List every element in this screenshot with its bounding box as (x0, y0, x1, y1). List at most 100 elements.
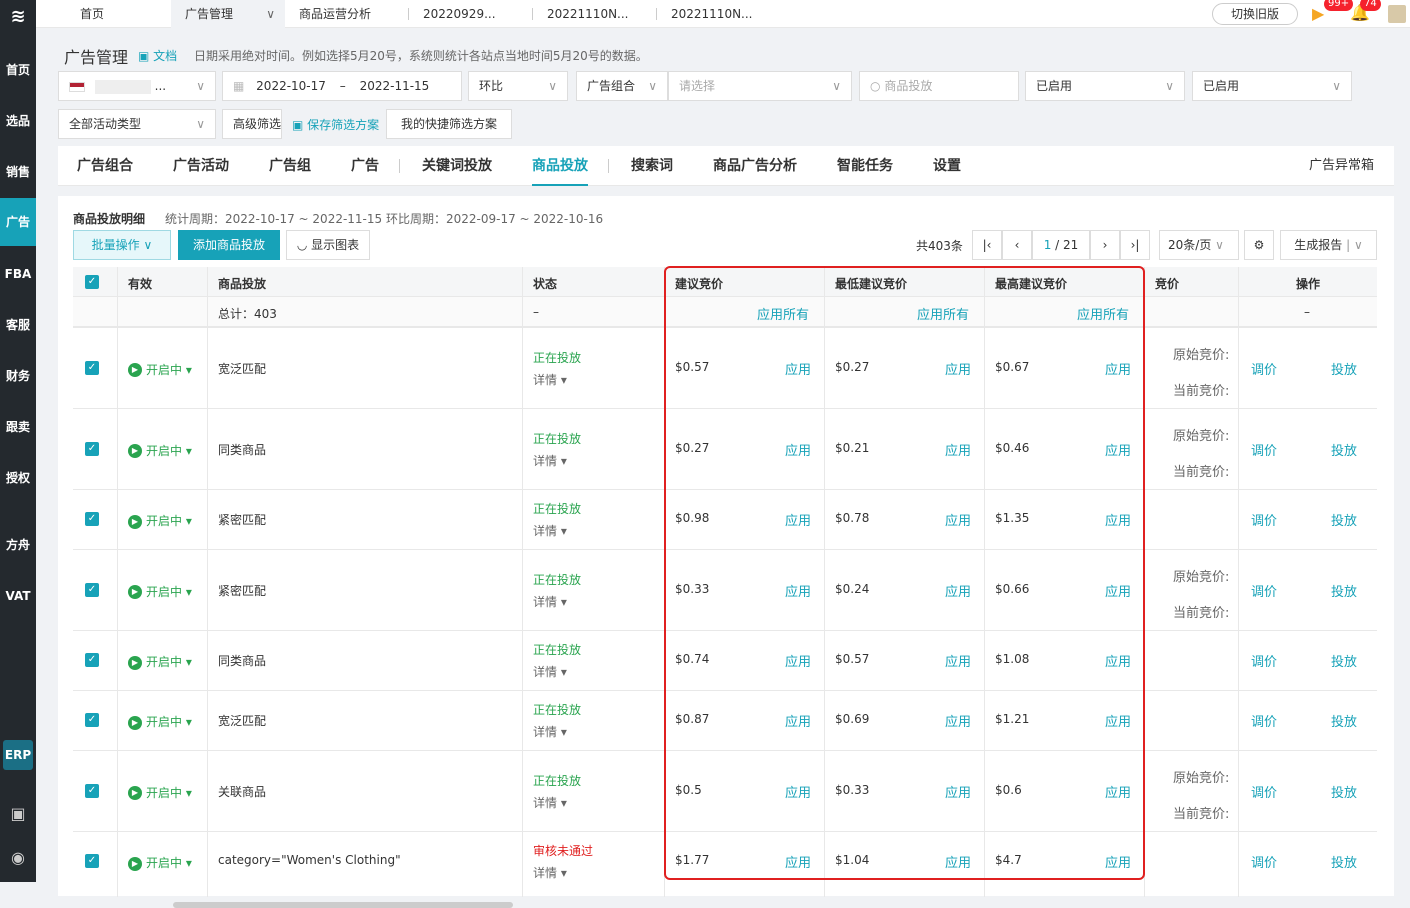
row-checkbox[interactable]: ✓ (85, 713, 99, 727)
detail-toggle[interactable]: 详情 ▾ (533, 452, 567, 469)
anomaly-box-link[interactable]: 广告异常箱 (1309, 146, 1374, 186)
enabled-toggle[interactable]: ▶ 开启中 ▾ (128, 442, 192, 459)
status-select-2[interactable]: 已启用 ∨ (1192, 71, 1352, 101)
enabled-toggle[interactable]: ▶ 开启中 ▾ (128, 653, 192, 670)
store-select[interactable]: ... ∨ (58, 71, 216, 101)
sidebar-item-auth[interactable]: 授权 (0, 454, 36, 502)
detail-toggle[interactable]: 详情 ▾ (533, 522, 567, 539)
adjust-bid-button[interactable]: 调价 (1251, 782, 1277, 801)
apply-min-button[interactable]: 应用 (945, 440, 971, 459)
adjust-bid-button[interactable]: 调价 (1251, 510, 1277, 529)
tab-campaign[interactable]: 广告活动 (173, 146, 229, 186)
apply-min-button[interactable]: 应用 (945, 651, 971, 670)
row-checkbox[interactable]: ✓ (85, 653, 99, 667)
app-logo-icon[interactable]: ≋ (5, 4, 31, 30)
enabled-toggle[interactable]: ▶ 开启中 ▾ (128, 583, 192, 600)
tab-product-targeting[interactable]: 商品投放 (532, 146, 588, 186)
adjust-bid-button[interactable]: 调价 (1251, 440, 1277, 459)
tab-ad-management[interactable]: 广告管理 ∨ (171, 0, 285, 28)
apply-max-button[interactable]: 应用 (1105, 581, 1131, 600)
apply-max-button[interactable]: 应用 (1105, 440, 1131, 459)
enabled-toggle[interactable]: ▶ 开启中 ▾ (128, 512, 192, 529)
tab-close-icon[interactable]: ∨ (266, 0, 275, 28)
horizontal-scrollbar[interactable] (173, 902, 513, 908)
detail-toggle[interactable]: 详情 ▾ (533, 864, 567, 881)
apply-suggested-button[interactable]: 应用 (785, 581, 811, 600)
apply-suggested-button[interactable]: 应用 (785, 651, 811, 670)
enabled-toggle[interactable]: ▶ 开启中 ▾ (128, 784, 192, 801)
tab-smart-tasks[interactable]: 智能任务 (837, 146, 893, 186)
apply-all-min-button[interactable]: 应用所有 (917, 304, 969, 323)
place-button[interactable]: 投放 (1331, 359, 1357, 378)
apply-min-button[interactable]: 应用 (945, 581, 971, 600)
sidebar-item-ads[interactable]: 广告 (0, 198, 36, 246)
sidebar-item-vat[interactable]: VAT (0, 572, 36, 620)
page-indicator[interactable]: 1 / 21 (1032, 230, 1090, 260)
sidebar-item-finance[interactable]: 财务 (0, 352, 36, 400)
apply-min-button[interactable]: 应用 (945, 711, 971, 730)
generate-report-button[interactable]: 生成报告 | ∨ (1280, 230, 1377, 260)
detail-toggle[interactable]: 详情 ▾ (533, 723, 567, 740)
activity-type-select[interactable]: 全部活动类型 ∨ (58, 109, 216, 139)
doc-link[interactable]: ▣ 文档 (138, 47, 177, 64)
gear-icon[interactable]: ⚙ (1244, 230, 1274, 260)
bulk-actions-button[interactable]: 批量操作 ∨ (73, 230, 171, 260)
tab-ad[interactable]: 广告 (351, 146, 379, 186)
place-button[interactable]: 投放 (1331, 711, 1357, 730)
adjust-bid-button[interactable]: 调价 (1251, 852, 1277, 871)
apply-suggested-button[interactable]: 应用 (785, 782, 811, 801)
apply-all-max-button[interactable]: 应用所有 (1077, 304, 1129, 323)
detail-toggle[interactable]: 详情 ▾ (533, 663, 567, 680)
place-button[interactable]: 投放 (1331, 440, 1357, 459)
group-select[interactable]: 请选择 ∨ (668, 71, 852, 101)
switch-old-version-button[interactable]: 切换旧版 (1212, 3, 1298, 25)
sidebar-item-service[interactable]: 客服 (0, 301, 36, 349)
detail-toggle[interactable]: 详情 ▾ (533, 371, 567, 388)
place-button[interactable]: 投放 (1331, 852, 1357, 871)
compare-select[interactable]: 环比 ∨ (468, 71, 568, 101)
tab-product-ad-analysis[interactable]: 商品广告分析 (713, 146, 797, 186)
apply-suggested-button[interactable]: 应用 (785, 510, 811, 529)
user-icon[interactable]: ◉ (8, 848, 28, 868)
apply-suggested-button[interactable]: 应用 (785, 359, 811, 378)
next-page-button[interactable]: › (1090, 230, 1120, 260)
tab-report-2[interactable]: 20221110N... (533, 0, 657, 28)
apply-suggested-button[interactable]: 应用 (785, 852, 811, 871)
row-checkbox[interactable]: ✓ (85, 441, 99, 456)
page-size-select[interactable]: 20条/页 ∨ (1159, 230, 1239, 260)
row-checkbox[interactable]: ✓ (85, 360, 99, 375)
enabled-toggle[interactable]: ▶ 开启中 ▾ (128, 361, 192, 378)
sidebar-item-ark[interactable]: 方舟 (0, 521, 36, 569)
status-select-1[interactable]: 已启用 ∨ (1025, 71, 1185, 101)
place-button[interactable]: 投放 (1331, 581, 1357, 600)
adjust-bid-button[interactable]: 调价 (1251, 651, 1277, 670)
my-schemes-button[interactable]: 我的快捷筛选方案 (386, 109, 512, 139)
flag-icon[interactable]: ▶ (1312, 4, 1324, 23)
save-scheme-link[interactable]: ▣ 保存筛选方案 (292, 116, 379, 133)
tab-settings[interactable]: 设置 (933, 146, 961, 186)
group-type-select[interactable]: 广告组合 ∨ (576, 71, 668, 101)
tab-portfolio[interactable]: 广告组合 (77, 146, 133, 186)
apply-min-button[interactable]: 应用 (945, 852, 971, 871)
apply-max-button[interactable]: 应用 (1105, 651, 1131, 670)
enabled-toggle[interactable]: ▶ 开启中 ▾ (128, 713, 192, 730)
add-targeting-button[interactable]: 添加商品投放 (178, 230, 280, 260)
adjust-bid-button[interactable]: 调价 (1251, 359, 1277, 378)
date-range-picker[interactable]: ▦ 2022-10-17 – 2022-11-15 (222, 71, 462, 101)
sidebar-item-product-selection[interactable]: 选品 (0, 97, 36, 145)
sidebar-item-home[interactable]: 首页 (0, 46, 36, 94)
avatar[interactable] (1388, 5, 1406, 23)
place-button[interactable]: 投放 (1331, 651, 1357, 670)
tab-search-terms[interactable]: 搜索词 (631, 146, 673, 186)
detail-toggle[interactable]: 详情 ▾ (533, 593, 567, 610)
adjust-bid-button[interactable]: 调价 (1251, 711, 1277, 730)
sidebar-item-fba[interactable]: FBA (0, 250, 36, 298)
sidebar-item-sales[interactable]: 销售 (0, 148, 36, 196)
apply-max-button[interactable]: 应用 (1105, 782, 1131, 801)
sidebar-erp-button[interactable]: ERP (3, 740, 33, 770)
adjust-bid-button[interactable]: 调价 (1251, 581, 1277, 600)
apply-min-button[interactable]: 应用 (945, 510, 971, 529)
place-button[interactable]: 投放 (1331, 782, 1357, 801)
enabled-toggle[interactable]: ▶ 开启中 ▾ (128, 854, 192, 871)
row-checkbox[interactable]: ✓ (85, 783, 99, 798)
